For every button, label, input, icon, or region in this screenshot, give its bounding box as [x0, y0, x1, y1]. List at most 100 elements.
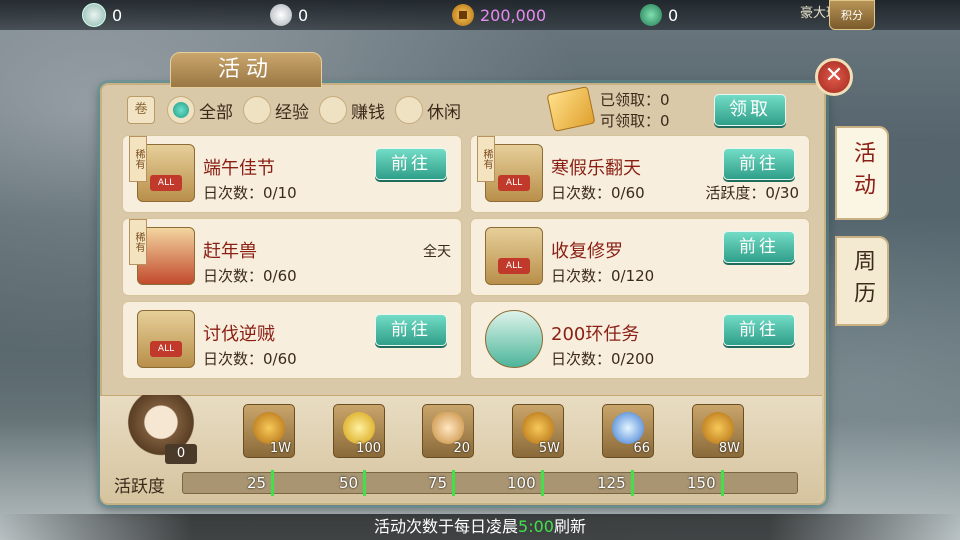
milestone-label: 50 — [339, 474, 359, 492]
notice-text: 活动次数于每日凌晨 — [374, 517, 519, 536]
gift-bag-icon — [137, 310, 195, 368]
milestone-label: 150 — [687, 474, 716, 492]
activity-card[interactable]: 收复修罗 日次数：0/120 前往 — [470, 218, 810, 296]
activity-card[interactable]: 稀有 端午佳节 日次数：0/10 前往 — [122, 135, 462, 213]
activity-name: 赶年兽 — [203, 241, 257, 262]
claimable-count: 可领取：0 — [600, 112, 670, 130]
resource-value: 0 — [112, 5, 123, 25]
activity-name: 收复修罗 — [551, 241, 623, 262]
copper-coin-icon — [702, 412, 734, 444]
copper-coin-icon — [522, 412, 554, 444]
activity-card[interactable]: 200环任务 日次数：0/200 前往 — [470, 301, 810, 379]
jade-token-icon — [82, 3, 106, 27]
notice-text: 刷新 — [553, 517, 586, 536]
activity-card[interactable]: 稀有 赶年兽 日次数：0/60 全天 — [122, 218, 462, 296]
reward-amount: 100 — [356, 441, 381, 456]
filter-label: 全部 — [199, 102, 233, 123]
radio-indicator — [319, 96, 347, 124]
points-button[interactable]: 积分 — [829, 0, 875, 30]
close-button[interactable]: ✕ — [815, 58, 853, 96]
activity-name: 端午佳节 — [203, 158, 275, 179]
filter-label: 赚钱 — [351, 102, 385, 123]
activity-points-label: 活跃度 — [114, 477, 165, 497]
radio-indicator — [243, 96, 271, 124]
silver-ingot-icon — [270, 4, 292, 26]
activity-count: 日次数：0/60 — [203, 267, 297, 285]
filter-bar: 卷 全部 经验 赚钱 休闲 — [127, 96, 467, 124]
radio-indicator — [395, 96, 423, 124]
milestone-marker — [452, 470, 455, 496]
activity-name: 200环任务 — [551, 324, 640, 345]
reward-amount: 5W — [538, 441, 560, 456]
milestone-marker — [271, 470, 274, 496]
filter-leisure[interactable]: 休闲 — [395, 96, 461, 124]
filter-exp[interactable]: 经验 — [243, 96, 309, 124]
activity-name: 讨伐逆贼 — [203, 324, 275, 345]
tab-activity[interactable]: 活动 — [835, 126, 889, 220]
resource-coin[interactable]: 200,000 — [452, 3, 546, 27]
top-resource-bar: 0 0 200,000 0 豪大理 积分 — [0, 0, 960, 30]
rare-badge: 稀有 — [129, 219, 147, 265]
activity-progress-bar: 25 50 75 100 125 150 — [182, 470, 798, 496]
gold-ingot-icon — [432, 412, 464, 444]
crystal-orb-icon — [612, 412, 644, 444]
activity-count: 日次数：0/200 — [551, 350, 655, 368]
reward-item[interactable]: 20 — [422, 404, 474, 458]
activity-card[interactable]: 稀有 寒假乐翻天 日次数：0/60 活跃度：0/30 前往 — [470, 135, 810, 213]
reward-item[interactable]: 66 — [602, 404, 654, 458]
reward-amount: 20 — [453, 441, 470, 456]
activity-liveness: 活跃度：0/30 — [705, 184, 799, 202]
rare-badge: 稀有 — [129, 136, 147, 182]
goto-button[interactable]: 前往 — [723, 314, 795, 346]
reward-item[interactable]: 8W — [692, 404, 744, 458]
activity-count: 日次数：0/60 — [551, 184, 645, 202]
activity-count: 日次数：0/60 — [203, 350, 297, 368]
milestone-label: 75 — [428, 474, 448, 492]
tab-weekly-calendar[interactable]: 周历 — [835, 236, 889, 326]
reward-item[interactable]: 1W — [243, 404, 295, 458]
activity-count: 日次数：0/120 — [551, 267, 655, 285]
milestone-label: 100 — [507, 474, 536, 492]
activity-name: 寒假乐翻天 — [551, 158, 641, 179]
panel-title: 活动 — [170, 52, 322, 88]
close-icon: ✕ — [824, 63, 844, 88]
reward-amount: 1W — [269, 441, 291, 456]
claim-area: 已领取：0 可领取：0 领取 — [546, 86, 810, 132]
gold-flower-icon — [343, 412, 375, 444]
claim-button[interactable]: 领取 — [714, 94, 786, 126]
goto-button[interactable]: 前往 — [375, 148, 447, 180]
refresh-notice: 活动次数于每日凌晨5:00刷新 — [0, 514, 960, 540]
filter-label: 休闲 — [427, 102, 461, 123]
filter-money[interactable]: 赚钱 — [319, 96, 385, 124]
filter-label: 经验 — [275, 102, 309, 123]
resource-jade[interactable]: 0 — [82, 3, 122, 27]
resource-value: 200,000 — [480, 5, 547, 25]
milestone-label: 25 — [247, 474, 267, 492]
rare-badge: 稀有 — [477, 136, 495, 182]
activity-time: 全天 — [423, 244, 451, 260]
milestone-marker — [721, 470, 724, 496]
milestone-marker — [363, 470, 366, 496]
reward-item[interactable]: 100 — [333, 404, 385, 458]
activity-card[interactable]: 讨伐逆贼 日次数：0/60 前往 — [122, 301, 462, 379]
milestone-marker — [541, 470, 544, 496]
reward-item[interactable]: 5W — [512, 404, 564, 458]
goto-button[interactable]: 前往 — [375, 314, 447, 346]
claimed-count: 已领取：0 — [600, 91, 670, 109]
goto-button[interactable]: 前往 — [723, 231, 795, 263]
resource-green[interactable]: 0 — [640, 3, 678, 27]
milestone-marker — [631, 470, 634, 496]
activity-count: 日次数：0/10 — [203, 184, 297, 202]
gift-bag-icon — [485, 227, 543, 285]
treasure-chest-icon — [546, 86, 596, 132]
goto-button[interactable]: 前往 — [723, 148, 795, 180]
reward-amount: 8W — [718, 441, 740, 456]
copper-coin-icon — [452, 4, 474, 26]
filter-all[interactable]: 全部 — [167, 96, 233, 124]
resource-value: 0 — [668, 5, 679, 25]
resource-silver[interactable]: 0 — [270, 3, 308, 27]
resource-value: 0 — [298, 5, 309, 25]
green-token-icon — [640, 4, 662, 26]
mascot-count: 0 — [165, 444, 197, 464]
scroll-icon[interactable]: 卷 — [127, 96, 155, 124]
